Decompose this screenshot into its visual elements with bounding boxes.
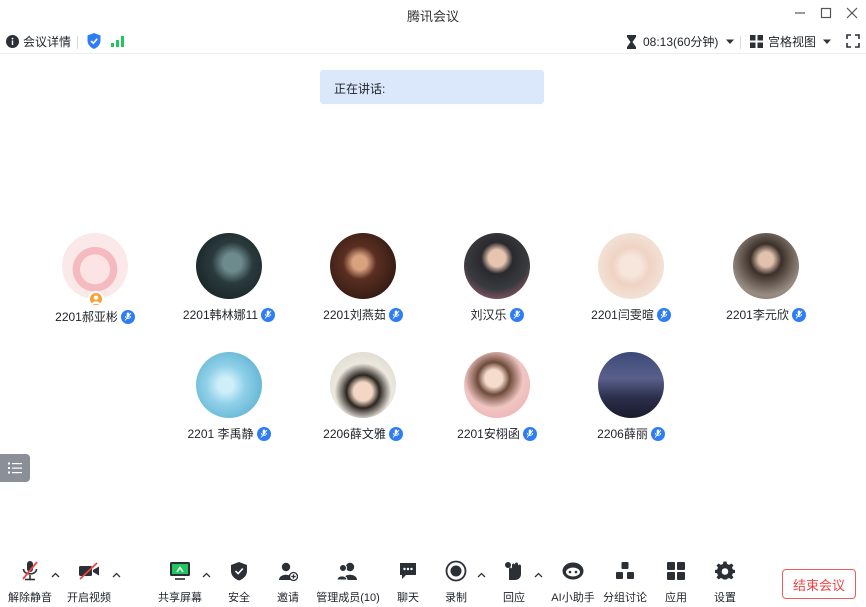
grid-icon [750,35,763,48]
start-video-label: 开启视频 [67,592,111,604]
participant-tile[interactable]: 2201刘燕茹 [298,233,428,323]
info-bar: 会议详情 08:13(60分钟) 宫格视图 [0,30,866,54]
avatar [62,233,128,307]
settings-button[interactable]: 设置 [695,558,755,605]
host-icon [88,291,104,307]
view-switch-button[interactable]: 宫格视图 [750,33,832,50]
settings-label: 设置 [714,592,736,604]
share-screen-label: 共享屏幕 [158,592,202,604]
avatar [598,233,664,299]
invite-label: 邀请 [277,592,299,604]
unmute-label: 解除静音 [8,592,52,604]
avatar [330,352,396,418]
chevron-down-icon [726,39,735,44]
mic-icon [261,307,276,322]
chevron-up-icon[interactable] [112,570,121,581]
share-screen-button[interactable]: 共享屏幕 [150,558,210,605]
maximize-icon[interactable] [816,4,836,22]
meeting-info-button[interactable]: 会议详情 [6,33,71,50]
mic-icon [256,426,271,441]
participant-name: 2206薛丽 [597,427,648,441]
hourglass-icon [627,34,636,49]
title-bar: 腾讯会议 [0,0,866,28]
share-screen-icon [150,558,210,584]
view-label: 宫格视图 [768,35,817,49]
member-list-toggle[interactable] [0,454,30,482]
record-button[interactable]: 录制 [426,558,486,605]
avatar [464,233,530,299]
speaking-label: 正在讲话: [334,82,386,96]
chevron-down-icon [823,39,832,44]
video-off-icon [59,558,119,584]
add-user-icon [258,558,318,584]
participant-tile[interactable]: 2201郝亚彬 [30,233,160,325]
mic-icon [656,307,671,322]
participant-name: 2201李元欣 [726,308,789,322]
avatar [196,352,262,418]
end-meeting-button[interactable]: 结束会议 [782,569,856,599]
minimize-icon[interactable] [790,4,810,22]
bottom-toolbar: 解除静音 开启视频 共享屏幕 安全 邀请 管理成员(10) 聊天 录制 回应 A… [0,558,866,607]
speaking-banner: 正在讲话: [320,70,544,104]
manage-members-button[interactable]: 管理成员(10) [313,558,383,605]
ai-assistant-label: AI小助手 [551,592,595,604]
avatar [464,352,530,418]
participant-name: 2201闫雯暄 [591,308,654,322]
reactions-label: 回应 [503,592,525,604]
list-icon [8,462,22,474]
timer-button[interactable]: 08:13(60分钟) [626,33,735,50]
timer-text: 08:13(60分钟) [643,35,719,49]
chevron-up-icon[interactable] [534,570,543,581]
avatar [733,233,799,299]
avatar [330,233,396,299]
mic-icon [522,426,537,441]
shield-icon[interactable] [87,33,101,49]
fullscreen-icon[interactable] [846,34,860,48]
reactions-button[interactable]: 回应 [484,558,544,605]
participant-name: 2201郝亚彬 [55,310,118,324]
mic-icon [791,307,806,322]
participant-tile[interactable]: 2201李元欣 [701,233,831,323]
participant-name: 2201 李禹静 [187,427,254,441]
window-title: 腾讯会议 [406,9,459,24]
gear-icon [695,558,755,584]
participant-name: 2201韩林娜11 [182,308,259,322]
mic-icon [388,426,403,441]
participant-tile[interactable]: 2201安栩函 [432,352,562,442]
start-video-button[interactable]: 开启视频 [59,558,119,605]
avatar [196,233,262,299]
participant-name: 2206薛文雅 [323,427,386,441]
participant-name: 2201安栩函 [457,427,520,441]
invite-button[interactable]: 邀请 [258,558,318,605]
divider [740,36,741,49]
participant-tile[interactable]: 2201韩林娜11 [164,233,294,323]
participant-name: 2201刘燕茹 [323,308,386,322]
ai-assistant-button[interactable]: AI小助手 [543,558,603,605]
unmute-button[interactable]: 解除静音 [0,558,60,605]
record-label: 录制 [445,592,467,604]
info-icon [6,35,19,48]
signal-icon[interactable] [111,35,125,47]
close-icon[interactable] [842,4,862,22]
participant-name: 刘汉乐 [470,308,507,322]
participant-tile[interactable]: 2206薛丽 [566,352,696,442]
participant-tile[interactable]: 2206薛文雅 [298,352,428,442]
participant-tile[interactable]: 刘汉乐 [432,233,562,323]
mic-icon [650,426,665,441]
mic-icon [120,309,135,324]
ai-assistant-icon [543,558,603,584]
mic-icon [388,307,403,322]
meeting-info-label: 会议详情 [23,35,72,49]
participant-tile[interactable]: 2201闫雯暄 [566,233,696,323]
divider [77,36,78,49]
mic-icon [509,307,524,322]
members-icon [313,558,383,584]
avatar [598,352,664,418]
manage-members-label: 管理成员(10) [316,592,380,604]
participant-tile[interactable]: 2201 李禹静 [164,352,294,442]
